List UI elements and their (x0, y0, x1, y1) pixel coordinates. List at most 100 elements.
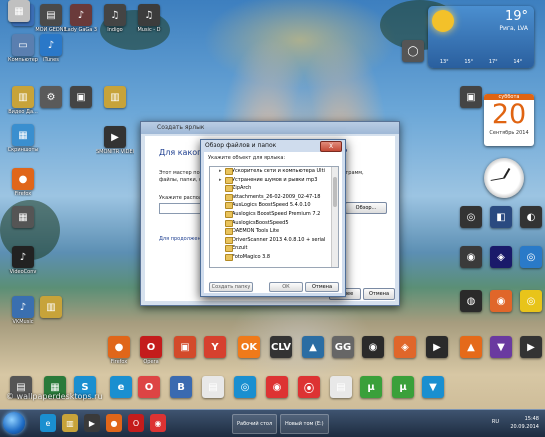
weather-gadget[interactable]: 19° Рига, LVA 13° 15° 17° 14° (428, 6, 534, 68)
desktop-icon[interactable]: ▶ SMONITR VIDEO (96, 126, 134, 155)
folder-label: FotoMagico 3.8 (232, 253, 271, 260)
folder-tree-item[interactable]: DAEMON Tools Lite (210, 227, 338, 236)
folder-label: attachments_26-02-2009_02-47-18 (232, 193, 321, 200)
app-icon: ▤ (40, 4, 62, 26)
folder-icon (225, 168, 233, 175)
desktop-icon-label: Firefox (14, 191, 32, 197)
folder-icon (225, 202, 233, 210)
expand-arrow-icon[interactable]: ▸ (219, 176, 222, 185)
pinned-app-icon[interactable]: ◉ (150, 414, 166, 432)
folder-label: DriverScanner 2013 4.0.8.10 + serial (232, 236, 326, 243)
system-tray[interactable]: 15:48 20.09.2014 (510, 415, 539, 431)
app-icon: ▶ (520, 336, 542, 358)
folder-tree-item[interactable]: Enzuit (210, 244, 338, 253)
folder-tree-item[interactable]: FotoMagico 3.8 (210, 253, 338, 262)
folder-tree-item[interactable]: AuslogicsBoostSpeed5 (210, 219, 338, 228)
clock-minute-hand (490, 177, 505, 181)
desktop-icon[interactable]: ◎ (512, 290, 545, 313)
desktop-icon[interactable]: ◎ (512, 246, 545, 269)
calendar-month: Сентябрь 2014 (489, 130, 529, 136)
desktop-icon[interactable]: ▦ (0, 0, 38, 23)
desktop-icon[interactable]: ◯ (394, 40, 432, 63)
desktop-icon[interactable]: ▶ (512, 336, 545, 359)
folder-tree-item[interactable]: ▸ Ускоритель сети и компьютера Ulti (210, 167, 338, 176)
app-icon: CLV (270, 336, 292, 358)
app-icon: ▤ (202, 376, 224, 398)
clock-gadget[interactable] (484, 158, 524, 198)
start-button[interactable] (3, 412, 25, 434)
wizard-browse-button[interactable]: Обзор... (345, 202, 387, 214)
desktop-icon[interactable]: ▦ (4, 206, 42, 229)
app-icon: ▥ (12, 86, 34, 108)
folder-tree-item[interactable]: Auslogics BoostSpeed Premium 7.2 (210, 210, 338, 219)
browse-description: Укажите объект для ярлыка: (208, 155, 286, 161)
desktop-icon[interactable]: ▥ (96, 86, 134, 109)
desktop-icon[interactable]: ▶ (418, 336, 456, 359)
desktop-icon[interactable]: ♪ Lady GaGa 3 (62, 4, 100, 33)
pinned-app-icon[interactable]: e (40, 414, 56, 432)
make-folder-button[interactable]: Создать папку (209, 282, 253, 292)
tree-scrollbar[interactable] (331, 167, 338, 267)
app-icon: ▼ (422, 376, 444, 398)
tray-date: 20.09.2014 (510, 424, 539, 430)
app-icon: ▥ (40, 296, 62, 318)
task-desktop[interactable]: Рабочий стол (232, 414, 278, 434)
folder-label: AuslogicsBoostSpeed5 (232, 219, 289, 226)
calendar-gadget[interactable]: суббота 20 Сентябрь 2014 (484, 94, 534, 146)
desktop-icon[interactable]: ♪ iTunes (32, 34, 70, 63)
app-icon: ▭ (12, 34, 34, 56)
forecast-day: 14° (513, 59, 523, 65)
desktop-icon-label: Lady GaGa 3 (64, 27, 98, 33)
folder-tree[interactable]: ▸ Ускоритель сети и компьютера Ulti ▸ Устра… (209, 166, 339, 268)
folder-icon (225, 253, 233, 261)
app-icon: O (140, 336, 162, 358)
app-icon: ▲ (302, 336, 324, 358)
tray-time: 15:48 (524, 416, 539, 422)
desktop-icon[interactable]: O Opera (132, 336, 170, 365)
folder-tree-item[interactable]: ▸ Устранение шумов и рывки mp3 (210, 176, 338, 185)
pinned-app-icon[interactable]: O (128, 414, 144, 432)
ok-button[interactable]: ОК (269, 282, 303, 292)
pinned-app-icon[interactable]: ▥ (62, 414, 78, 432)
folder-label: Auslogics BoostSpeed Premium 7.2 (232, 210, 321, 217)
pinned-app-icon[interactable]: ● (106, 414, 122, 432)
desktop-icon[interactable]: ♪ VKMusic (4, 296, 42, 325)
wizard-title: Создать ярлык (141, 122, 399, 134)
desktop-icon-label: Видео Да... (8, 109, 38, 115)
folder-tree-item[interactable]: attachments_26-02-2009_02-47-18 (210, 193, 338, 202)
folder-tree-item[interactable]: AusLogics BoostSpeed 5.4.0.10 (210, 201, 338, 210)
browse-cancel-button[interactable]: Отмена (305, 282, 339, 292)
app-icon: ▣ (460, 86, 482, 108)
app-icon: ◉ (266, 376, 288, 398)
app-icon: ▦ (8, 0, 30, 22)
app-icon: ▣ (70, 86, 92, 108)
expand-arrow-icon[interactable]: ▸ (219, 167, 222, 176)
desktop-icon[interactable]: Y (196, 336, 234, 359)
desktop-icon[interactable]: ▼ (414, 376, 452, 399)
close-icon[interactable]: X (320, 141, 342, 152)
desktop-icon-label: VideoConv (9, 269, 37, 275)
desktop-icon[interactable]: ▣ (62, 86, 100, 109)
desktop-background: ▣▤МОЙ GEDNE♪Lady GaGa 3♫Indigo♫Music - D… (0, 0, 545, 436)
desktop-icon[interactable]: ♫ Indigo (96, 4, 134, 33)
desktop-icon[interactable]: ♫ Music - D (130, 4, 168, 33)
language-indicator[interactable]: RU (492, 419, 499, 425)
cancel-button[interactable]: Отмена (363, 288, 395, 300)
app-icon: GG (332, 336, 354, 358)
folder-tree-item[interactable]: ZipArch (210, 184, 338, 193)
app-icon: e (110, 376, 132, 398)
desktop-icon[interactable]: ▦ Скриншоты (4, 124, 42, 153)
desktop-icon-label: Indigo (107, 27, 123, 33)
weather-city: Рига, LVA (499, 25, 528, 32)
folder-tree-item[interactable]: DriverScanner 2013 4.0.8.10 + serial (210, 236, 338, 245)
scrollbar-thumb[interactable] (333, 177, 337, 207)
task-volume-e[interactable]: Новый том (E:) (280, 414, 329, 434)
desktop-icon[interactable]: ♪ VideoConv (4, 246, 42, 275)
desktop-icon[interactable]: ◐ (512, 206, 545, 229)
folder-tree-rows: ▸ Ускоритель сети и компьютера Ulti ▸ Устра… (210, 167, 338, 262)
desktop-icon[interactable]: ● Firefox (4, 168, 42, 197)
pinned-app-icon[interactable]: ▶ (84, 414, 100, 432)
app-icon: ▦ (12, 124, 34, 146)
folder-icon (225, 210, 233, 218)
app-icon: ◧ (490, 206, 512, 228)
